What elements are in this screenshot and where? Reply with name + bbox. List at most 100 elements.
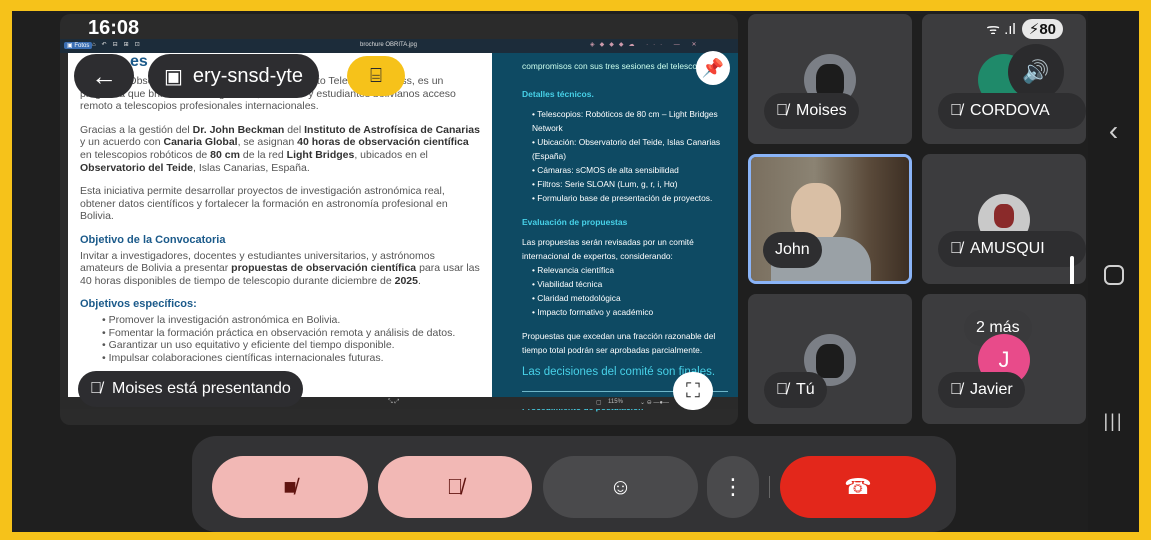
mic-off-icon: 🎙̸ bbox=[776, 102, 788, 119]
toolbar-divider bbox=[769, 476, 770, 498]
list-item: Formulario base de presentación de proye… bbox=[532, 191, 728, 205]
image-viewer-titlebar: ▣ Fotos ⌂↶⊟⊞⊡ brochure OBRITA.jpg ◈◆◆◆☁ … bbox=[60, 39, 738, 53]
fullscreen-icon: ⛶ bbox=[686, 379, 700, 402]
status-icons: ᯤ .ıl ⚡80 bbox=[986, 19, 1063, 39]
system-navigation-bar: ‹ ||| bbox=[1088, 11, 1139, 532]
participant-tile-amusqui[interactable]: 🎙̸ AMUSQUI bbox=[922, 154, 1086, 284]
meeting-info-chip[interactable]: ▣ ery-snsd-yte bbox=[148, 54, 319, 98]
phone-screen: ▣ Fotos ⌂↶⊟⊞⊡ brochure OBRITA.jpg ◈◆◆◆☁ … bbox=[12, 11, 1139, 532]
participant-tile-john[interactable]: John bbox=[748, 154, 912, 284]
list-item: Telescopios: Robóticos de 80 cm – Light … bbox=[532, 107, 728, 135]
doc-specific-list: Promover la investigación astronómica en… bbox=[80, 314, 480, 364]
document-right-page: compromisos con sus tres sesiones del te… bbox=[492, 53, 738, 412]
chevron-left-icon: ‹ bbox=[1108, 115, 1119, 146]
doc-specific-heading: Objetivos específicos: bbox=[80, 298, 197, 311]
participant-name: Moises bbox=[796, 102, 847, 119]
leave-presentation-button[interactable]: ⌸ bbox=[347, 56, 405, 96]
emoji-icon: ☺ bbox=[609, 474, 632, 499]
list-item: Cámaras: sCMOS de alta sensibilidad bbox=[532, 163, 728, 177]
participant-name: Tú bbox=[796, 381, 815, 398]
calendar-icon: ▣ bbox=[164, 65, 183, 88]
viewer-app-badge: ▣ Fotos bbox=[64, 42, 93, 49]
door-icon: ⌸ bbox=[370, 64, 382, 87]
participant-name-chip: 🎙̸ Javier bbox=[938, 372, 1025, 408]
phone-hangup-icon: ☎ bbox=[844, 474, 872, 499]
camera-off-button[interactable]: ■̸ bbox=[212, 456, 368, 518]
fullscreen-button[interactable]: ⛶ bbox=[673, 372, 713, 410]
list-item: Ubicación: Observatorio del Teide, Islas… bbox=[532, 135, 728, 163]
participant-name-chip: 🎙̸ Tú bbox=[764, 372, 827, 408]
doc-heading: es bbox=[130, 53, 148, 70]
viewer-nav-icons: ⤡ ⤢ bbox=[388, 399, 400, 405]
doc-evaluation-heading: Evaluación de propuestas bbox=[522, 217, 628, 227]
volume-button[interactable]: 🔊 bbox=[1008, 44, 1064, 100]
back-button[interactable]: ← bbox=[74, 54, 134, 98]
doc-paragraph-2: Gracias a la gestión del Dr. John Beckma… bbox=[80, 123, 480, 174]
list-item: Filtros: Serie SLOAN (Lum, g, r, i, Hα) bbox=[532, 177, 728, 191]
mic-off-icon: 🎙̸ bbox=[950, 240, 962, 257]
participant-name: AMUSQUI bbox=[970, 240, 1045, 257]
mic-off-button[interactable]: 🎙̸ bbox=[378, 456, 532, 518]
mic-off-icon: 🎙̸ bbox=[446, 474, 464, 499]
pin-icon: 📌 bbox=[701, 57, 725, 78]
screenshot-frame: ▣ Fotos ⌂↶⊟⊞⊡ brochure OBRITA.jpg ◈◆◆◆☁ … bbox=[0, 0, 1151, 540]
wifi-signal-icon: ᯤ .ıl bbox=[986, 21, 1016, 38]
participant-name: Javier bbox=[970, 381, 1013, 398]
doc-evaluation-intro: Las propuestas serán revisadas por un co… bbox=[522, 237, 694, 261]
nav-home-button[interactable] bbox=[1088, 265, 1139, 285]
list-item: Claridad metodológica bbox=[532, 291, 728, 305]
participant-tile-you[interactable]: 🎙̸ Tú bbox=[748, 294, 912, 424]
viewer-toolbar-icons: ⌂↶⊟⊞⊡ bbox=[92, 42, 146, 48]
more-vert-icon: ⋮ bbox=[722, 474, 744, 499]
list-item: Fomentar la formación práctica en observ… bbox=[102, 327, 480, 340]
battery-indicator: ⚡80 bbox=[1021, 19, 1063, 39]
end-call-button[interactable]: ☎ bbox=[780, 456, 936, 518]
more-options-button[interactable]: ⋮ bbox=[707, 456, 759, 518]
volume-icon: 🔊 bbox=[1022, 59, 1050, 84]
battery-icon: ⚡ bbox=[1028, 21, 1040, 38]
participant-name-chip: 🎙̸ CORDOVA bbox=[938, 93, 1086, 129]
doc-criteria-list: Relevancia científica Viabilidad técnica… bbox=[522, 263, 728, 319]
participant-name: CORDOVA bbox=[970, 102, 1050, 119]
list-item: Impacto formativo y académico bbox=[532, 305, 728, 319]
nav-recents-button[interactable]: ||| bbox=[1088, 411, 1139, 432]
participant-tile-moises[interactable]: 🎙̸ Moises bbox=[748, 14, 912, 144]
participant-name-chip: 🎙̸ AMUSQUI bbox=[938, 231, 1086, 267]
participant-name-chip: 🎙̸ Moises bbox=[764, 93, 859, 129]
recents-icon: ||| bbox=[1103, 411, 1124, 431]
home-icon bbox=[1103, 265, 1124, 285]
list-item: Impulsar colaboraciones científicas inte… bbox=[102, 352, 480, 365]
presenting-indicator: 🎙̸ Moises está presentando bbox=[78, 371, 303, 407]
list-item: Garantizar un uso equitativo y eficiente… bbox=[102, 339, 480, 352]
call-controls-toolbar: ■̸ 🎙̸ ☺ ⋮ ☎ bbox=[192, 436, 956, 532]
document-left-page: es O.R.I.T.A. Observatory for Remote Bol… bbox=[68, 53, 492, 397]
presenting-label: Moises está presentando bbox=[112, 380, 291, 397]
list-item: Relevancia científica bbox=[532, 263, 728, 277]
doc-paragraph-3: Esta iniciativa permite desarrollar proy… bbox=[80, 185, 448, 223]
participant-name-chip: John bbox=[763, 232, 822, 268]
list-item: Promover la investigación astronómica en… bbox=[102, 314, 480, 327]
viewer-title: brochure OBRITA.jpg bbox=[360, 42, 417, 48]
doc-objective-text: Invitar a investigadores, docentes y est… bbox=[80, 249, 480, 287]
doc-objective-heading: Objetivo de la Convocatoria bbox=[80, 233, 226, 246]
doc-details-heading: Detalles técnicos. bbox=[522, 89, 594, 99]
mic-off-icon: 🎙̸ bbox=[776, 381, 788, 398]
mic-off-icon: 🎙̸ bbox=[950, 381, 962, 398]
nav-back-button[interactable]: ‹ bbox=[1088, 115, 1139, 147]
viewer-fit-icon: ▢ bbox=[596, 400, 602, 406]
camera-off-icon: ■̸ bbox=[283, 474, 297, 499]
participant-name: John bbox=[775, 241, 810, 258]
doc-partial-approval: Propuestas que excedan una fracción razo… bbox=[522, 331, 716, 355]
arrow-left-icon: ← bbox=[91, 60, 117, 91]
doc-details-list: Telescopios: Robóticos de 80 cm – Light … bbox=[522, 107, 728, 205]
pin-button[interactable]: 📌 bbox=[696, 51, 730, 85]
participant-tile-more[interactable]: 2 más J 🎙̸ Javier bbox=[922, 294, 1086, 424]
avatar-initial: J bbox=[998, 347, 1010, 372]
viewer-zoom: 115% bbox=[608, 399, 623, 405]
viewer-zoom-slider: ⌄ ⊖ —●— bbox=[640, 400, 670, 406]
list-item: Viabilidad técnica bbox=[532, 277, 728, 291]
meeting-code: ery-snsd-yte bbox=[192, 64, 303, 87]
reactions-button[interactable]: ☺ bbox=[543, 456, 698, 518]
viewer-right-icons: ◈◆◆◆☁ ··· — ✕ bbox=[590, 42, 702, 48]
scrollbar[interactable] bbox=[1070, 256, 1074, 284]
